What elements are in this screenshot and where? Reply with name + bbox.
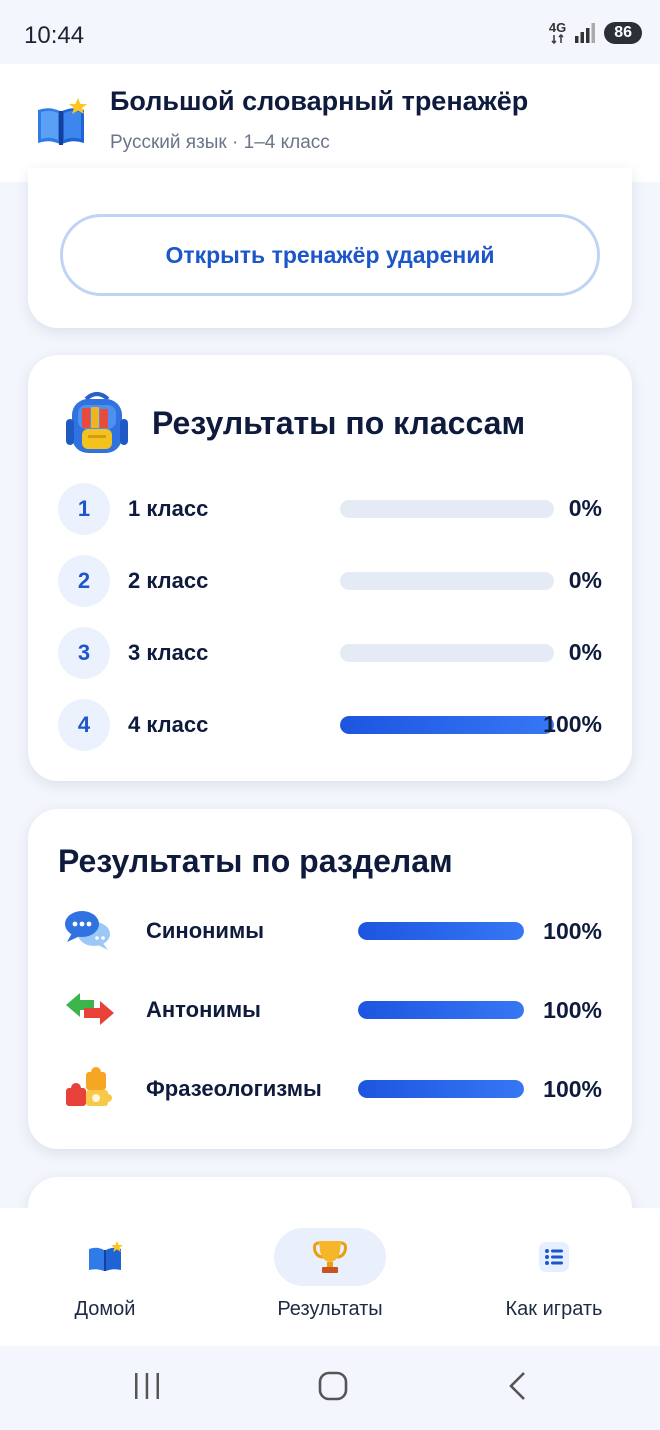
class-progress-bar — [340, 572, 554, 590]
puzzle-icon — [64, 1066, 114, 1115]
nav-home[interactable]: Домой — [15, 1228, 195, 1338]
class-percent: 100% — [543, 711, 602, 737]
section-progress-bar — [358, 922, 524, 940]
nav-how-to-play-label: Как играть — [505, 1298, 603, 1320]
app-title: Большой словарный тренажёр — [110, 86, 529, 116]
nav-results[interactable]: Результаты — [240, 1228, 420, 1338]
app-header: Большой словарный тренажёр Русский язык … — [0, 64, 660, 182]
results-by-class-card: Результаты по классам 1 1 класс 0% 2 2 к… — [28, 355, 632, 781]
section-progress-fill — [358, 1080, 524, 1098]
section-row-antonyms: Антонимы 100% — [64, 985, 602, 1035]
app-subtitle: Русский язык · 1–4 класс — [110, 132, 330, 153]
class-progress-bar — [340, 500, 554, 518]
class-percent: 0% — [568, 639, 602, 665]
network-label: 4G — [548, 20, 567, 35]
speech-bubbles-icon — [64, 908, 112, 957]
class-label: 2 класс — [128, 568, 209, 593]
signal-icon — [575, 23, 596, 43]
system-navigation — [0, 1346, 660, 1430]
status-bar: 10:44 4G 86 — [0, 0, 660, 64]
class-row-1: 1 1 класс 0% — [58, 483, 602, 535]
section-percent: 100% — [543, 1076, 602, 1102]
class-row-4: 4 4 класс 100% — [58, 699, 602, 751]
section-percent: 100% — [543, 918, 602, 944]
book-icon — [89, 1241, 123, 1271]
nav-results-pill — [274, 1228, 386, 1286]
section-progress-fill — [358, 1001, 524, 1019]
section-percent: 100% — [543, 997, 602, 1023]
section-progress-bar — [358, 1080, 524, 1098]
back-icon[interactable] — [504, 1370, 532, 1402]
class-label: 1 класс — [128, 496, 209, 521]
class-progress-fill — [340, 716, 554, 734]
opposite-arrows-icon — [64, 987, 116, 1036]
class-number-badge: 1 — [58, 483, 110, 535]
open-book-star-icon — [34, 98, 88, 153]
section-label: Фразеологизмы — [146, 1076, 322, 1101]
class-percent: 0% — [568, 567, 602, 593]
section-progress-fill — [358, 922, 524, 940]
backpack-icon — [66, 389, 128, 462]
section-label: Антонимы — [146, 997, 261, 1022]
trophy-icon — [313, 1241, 347, 1273]
results-by-class-title: Результаты по классам — [152, 405, 526, 441]
class-row-3: 3 3 класс 0% — [58, 627, 602, 679]
stress-trainer-card: Открыть тренажёр ударений — [28, 168, 632, 328]
class-number-badge: 2 — [58, 555, 110, 607]
section-row-idioms: Фразеологизмы 100% — [64, 1064, 602, 1114]
results-by-section-title: Результаты по разделам — [58, 843, 453, 879]
list-icon — [539, 1242, 569, 1272]
class-label: 4 класс — [128, 712, 209, 737]
class-progress-bar — [340, 644, 554, 662]
class-number-badge: 3 — [58, 627, 110, 679]
battery-icon: 86 — [604, 22, 642, 44]
section-progress-bar — [358, 1001, 524, 1019]
nav-how-to-play-pill — [498, 1228, 610, 1286]
recent-apps-icon[interactable] — [132, 1370, 162, 1402]
nav-home-pill — [49, 1228, 161, 1286]
nav-how-to-play[interactable]: Как играть — [464, 1228, 644, 1338]
class-progress-bar — [340, 716, 554, 734]
section-label: Синонимы — [146, 918, 265, 943]
status-icons: 4G 86 — [548, 20, 642, 44]
class-percent: 0% — [568, 495, 602, 521]
bottom-navigation: Домой Результаты Как играть — [0, 1208, 660, 1346]
nav-results-label: Результаты — [277, 1298, 383, 1320]
class-number-badge: 4 — [58, 699, 110, 751]
class-row-2: 2 2 класс 0% — [58, 555, 602, 607]
nav-home-label: Домой — [74, 1298, 136, 1320]
status-time: 10:44 — [24, 22, 85, 49]
network-4g-icon: 4G — [548, 20, 567, 44]
open-stress-trainer-button[interactable]: Открыть тренажёр ударений — [60, 214, 600, 296]
home-icon[interactable] — [317, 1370, 349, 1402]
results-by-section-card: Результаты по разделам Синонимы 100% Ант… — [28, 809, 632, 1149]
class-label: 3 класс — [128, 640, 209, 665]
section-row-synonyms: Синонимы 100% — [64, 906, 602, 956]
